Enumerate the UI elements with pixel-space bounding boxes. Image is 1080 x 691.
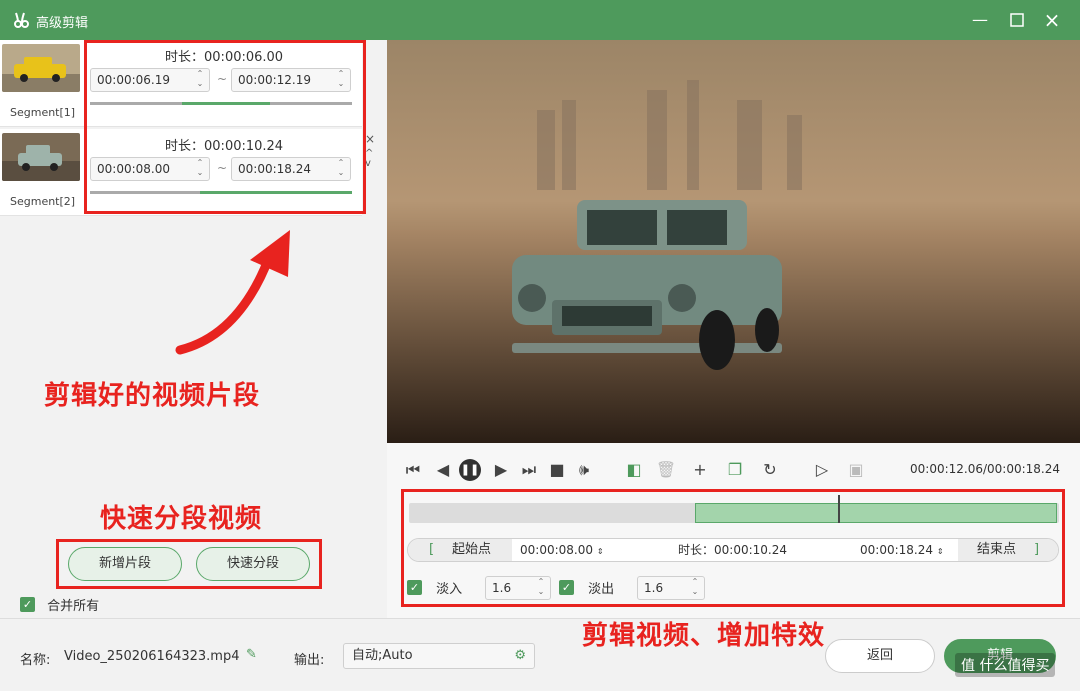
stop-icon[interactable]: ■ — [546, 459, 568, 481]
edit-name-icon[interactable]: ✎ — [246, 647, 257, 662]
checkbox-checked-icon: ✓ — [407, 580, 422, 595]
footer-bar: 名称: Video_250206164323.mp4 ✎ 输出: 自动;Auto… — [0, 618, 1080, 691]
copy-icon[interactable]: ❐ — [724, 459, 746, 481]
preview-frame — [387, 40, 1080, 443]
merge-all-checkbox[interactable]: ✓ 合并所有 — [20, 595, 99, 614]
fade-out-label: 淡出 — [588, 582, 615, 597]
checkbox-checked-icon: ✓ — [559, 580, 574, 595]
video-preview[interactable] — [387, 40, 1080, 443]
segment-panel: Segment[1] 时长：00:00:06.00 00:00:06.19 ⌃ ⌄… — [0, 40, 387, 618]
fade-in-input[interactable]: 1.6 ⌃ ⌄ — [485, 576, 551, 600]
playback-timecode: 00:00:12.06/00:00:18.24 — [910, 462, 1060, 476]
window-title: 高级剪辑 — [36, 16, 89, 31]
play-selection-icon[interactable]: ▷ — [811, 459, 833, 481]
checkbox-checked-icon: ✓ — [20, 597, 35, 612]
segment-delete-icon[interactable]: × — [365, 132, 375, 146]
app-logo-icon — [14, 12, 29, 28]
segment-thumbnail — [2, 44, 80, 92]
pause-icon[interactable]: ❚❚ — [459, 459, 481, 481]
new-segment-button[interactable]: 新增片段 — [68, 547, 182, 581]
annotation-clips: 剪辑好的视频片段 — [44, 381, 261, 411]
segment-thumbnail — [2, 133, 80, 181]
skip-start-icon[interactable]: ⏮ — [402, 459, 424, 481]
volume-icon[interactable]: 🕪 — [573, 459, 595, 481]
next-frame-icon[interactable]: ▶ — [490, 459, 512, 481]
start-bracket-icon: [ — [428, 542, 435, 557]
fade-in-checkbox[interactable]: ✓ 淡入 — [407, 578, 462, 597]
trim-end-time[interactable]: 00:00:18.24 ⇕ — [860, 539, 944, 563]
name-label: 名称: — [20, 653, 51, 668]
annotation-effects: 剪辑视频、增加特效 — [582, 621, 826, 651]
output-label: 输出: — [294, 653, 325, 668]
reset-icon[interactable]: ↻ — [759, 459, 781, 481]
timeline-track[interactable] — [409, 495, 1059, 523]
editor-controls: ⏮ ◀ ❚❚ ▶ ⏭ ■ 🕪 ◧ 🗑 + ❐ ↻ ▷ ▣ 00:00:12.06… — [387, 443, 1080, 618]
segments-highlight — [84, 40, 366, 214]
annotation-arrow-icon — [175, 230, 290, 355]
segment-name: Segment[1] — [10, 106, 76, 119]
end-bracket-icon: ] — [1033, 542, 1040, 557]
set-start-button[interactable]: [起始点 — [408, 539, 512, 561]
fade-out-checkbox[interactable]: ✓ 淡出 — [559, 578, 614, 597]
back-button[interactable]: 返回 — [825, 639, 935, 673]
previous-frame-icon[interactable]: ◀ — [432, 459, 454, 481]
set-end-button[interactable]: 结束点] — [958, 539, 1058, 561]
close-icon[interactable]: × — [1040, 8, 1064, 32]
watermark: 值 什么值得买 — [955, 653, 1056, 677]
quick-split-button[interactable]: 快速分段 — [196, 547, 310, 581]
settings-gear-icon[interactable]: ⚙ — [514, 644, 526, 668]
fade-in-label: 淡入 — [436, 582, 463, 597]
title-bar: 高级剪辑 — × — [0, 0, 1080, 40]
spinner-icon[interactable]: ⌃ ⌄ — [535, 577, 547, 599]
trim-duration: 时长：00:00:10.24 — [678, 543, 787, 557]
merge-all-label: 合并所有 — [47, 599, 100, 614]
timeline-playhead[interactable] — [838, 495, 840, 523]
file-name: Video_250206164323.mp4 — [64, 649, 240, 664]
minimize-icon[interactable]: — — [968, 8, 992, 32]
trim-row: [起始点 00:00:08.00 ⇕ 时长：00:00:10.24 00:00:… — [407, 538, 1059, 562]
spinner-icon[interactable]: ⌃ ⌄ — [689, 577, 701, 599]
maximize-icon[interactable] — [1005, 8, 1029, 32]
timeline-selection[interactable] — [695, 503, 1057, 523]
annotation-split: 快速分段视频 — [100, 504, 263, 534]
segment-name: Segment[2] — [10, 195, 76, 208]
fullscreen-icon[interactable]: ▣ — [845, 459, 867, 481]
skip-end-icon[interactable]: ⏭ — [518, 459, 540, 481]
trim-start-time[interactable]: 00:00:08.00 ⇕ — [520, 539, 604, 563]
fade-out-input[interactable]: 1.6 ⌃ ⌄ — [637, 576, 705, 600]
split-icon[interactable]: ◧ — [623, 459, 645, 481]
add-icon[interactable]: + — [689, 459, 711, 481]
output-select[interactable]: 自动;Auto ⚙ — [343, 643, 535, 669]
delete-icon[interactable]: 🗑 — [655, 459, 677, 481]
